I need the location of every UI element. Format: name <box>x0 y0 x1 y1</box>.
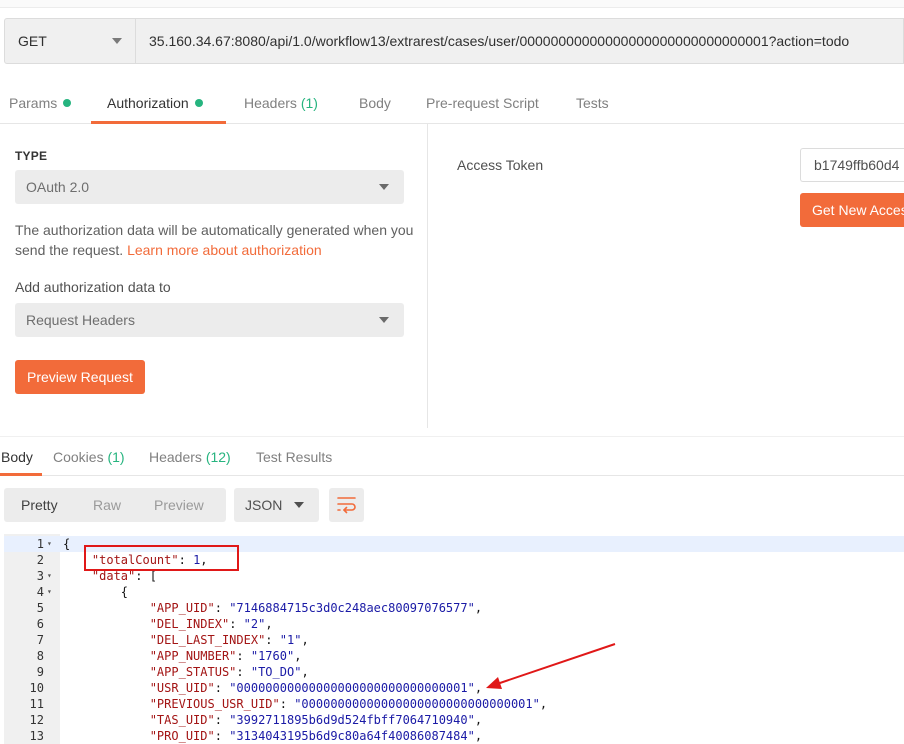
format-value: JSON <box>245 497 283 513</box>
line-number: 11 <box>29 697 44 711</box>
status-dot-icon <box>63 99 72 107</box>
tab-count: (1) <box>107 449 125 465</box>
url-input[interactable]: 35.160.34.67:8080/api/1.0/workflow13/ext… <box>136 18 904 64</box>
add-auth-to-select[interactable]: Request Headers <box>15 303 404 337</box>
auth-type-select[interactable]: OAuth 2.0 <box>15 170 404 204</box>
method-select[interactable]: GET <box>4 18 136 64</box>
method-label: GET <box>18 33 47 49</box>
line-number: 8 <box>36 649 44 663</box>
tab-label: Tests <box>576 95 609 111</box>
raw-button[interactable]: Raw <box>93 488 121 522</box>
status-dot-icon <box>194 99 203 107</box>
view-mode-switch: Pretty Raw Preview <box>4 488 226 522</box>
tab-label: Params <box>9 95 58 111</box>
request-tabs: Params Authorization Headers (1) Body Pr… <box>0 83 904 124</box>
tab-cookies[interactable]: Cookies (1) <box>53 437 125 477</box>
code-line: 6 "DEL_INDEX": "2", <box>4 616 904 632</box>
code-line: 10 "USR_UID": "0000000000000000000000000… <box>4 680 904 696</box>
tab-body[interactable]: Body <box>359 83 391 124</box>
tab-response-headers[interactable]: Headers (12) <box>149 437 231 477</box>
response-tabs: Body Cookies (1) Headers (12) Test Resul… <box>0 436 904 476</box>
line-number: 6 <box>36 617 44 631</box>
tab-authorization[interactable]: Authorization <box>107 83 203 124</box>
tab-label: Body <box>1 449 33 465</box>
tab-label: Pre-request Script <box>426 95 539 111</box>
active-tab-indicator <box>0 473 42 476</box>
code-text: "APP_STATUS": "TO_DO", <box>149 665 309 679</box>
line-number: 3 <box>36 569 44 583</box>
learn-more-link[interactable]: Learn more about authorization <box>127 242 322 258</box>
tab-label: Headers <box>149 449 202 465</box>
wrap-lines-icon <box>337 497 356 514</box>
code-line: 5 "APP_UID": "7146884715c3d0c248aec80097… <box>4 600 904 616</box>
auth-type-label: TYPE <box>15 149 48 163</box>
code-line: 9 "APP_STATUS": "TO_DO", <box>4 664 904 680</box>
fold-toggle-icon[interactable]: ▾ <box>47 536 52 552</box>
chevron-down-icon <box>294 502 304 508</box>
access-token-field[interactable]: b1749ffb60d4 <box>800 148 904 182</box>
code-text: "APP_UID": "7146884715c3d0c248aec8009707… <box>149 601 483 615</box>
tab-params[interactable]: Params <box>9 83 72 124</box>
line-number: 12 <box>29 713 44 727</box>
tab-label: Body <box>359 95 391 111</box>
code-line: 13 "PRO_UID": "3134043195b6d9c80a64f4008… <box>4 728 904 744</box>
code-text: "DEL_INDEX": "2", <box>149 617 273 631</box>
access-token-label: Access Token <box>457 157 544 173</box>
line-number: 5 <box>36 601 44 615</box>
code-text: "USR_UID": "0000000000000000000000000000… <box>149 681 483 695</box>
add-auth-to-value: Request Headers <box>26 312 135 328</box>
tab-headers[interactable]: Headers (1) <box>244 83 318 124</box>
tab-label: Headers <box>244 95 297 111</box>
chevron-down-icon <box>112 38 122 44</box>
auth-settings-panel: TYPE OAuth 2.0 The authorization data wi… <box>0 124 428 428</box>
tab-response-body[interactable]: Body <box>1 437 33 477</box>
line-number: 13 <box>29 729 44 743</box>
tab-pre-request-script[interactable]: Pre-request Script <box>426 83 539 124</box>
access-token-panel: Access Token b1749ffb60d4 Get New Access <box>428 124 904 428</box>
fold-toggle-icon[interactable]: ▾ <box>47 568 52 584</box>
line-number: 2 <box>36 553 44 567</box>
code-line: 11 "PREVIOUS_USR_UID": "0000000000000000… <box>4 696 904 712</box>
line-number: 7 <box>36 633 44 647</box>
preview-button[interactable]: Preview <box>154 488 204 522</box>
code-line: 7 "DEL_LAST_INDEX": "1", <box>4 632 904 648</box>
tab-tests[interactable]: Tests <box>576 83 609 124</box>
fold-toggle-icon[interactable]: ▾ <box>47 584 52 600</box>
preview-request-button[interactable]: Preview Request <box>15 360 145 394</box>
format-select[interactable]: JSON <box>234 488 319 522</box>
chevron-down-icon <box>379 317 389 323</box>
wrap-lines-button[interactable] <box>329 488 364 522</box>
code-text: "PREVIOUS_USR_UID": "0000000000000000000… <box>149 697 548 711</box>
tab-count: (12) <box>205 449 231 465</box>
request-bar: GET 35.160.34.67:8080/api/1.0/workflow13… <box>0 18 904 64</box>
pretty-button[interactable]: Pretty <box>21 488 58 522</box>
tab-count: (1) <box>300 95 318 111</box>
code-line: 12 "TAS_UID": "3992711895b6d9d524fbff706… <box>4 712 904 728</box>
line-number: 10 <box>29 681 44 695</box>
code-line: 4 ▾ { <box>4 584 904 600</box>
chevron-down-icon <box>379 184 389 190</box>
line-number: 4 <box>36 585 44 599</box>
tab-test-results[interactable]: Test Results <box>256 437 332 477</box>
top-strip <box>0 0 904 8</box>
code-line: 8 "APP_NUMBER": "1760", <box>4 648 904 664</box>
auth-description: The authorization data will be automatic… <box>15 220 415 260</box>
auth-type-value: OAuth 2.0 <box>26 179 90 195</box>
code-text: "PRO_UID": "3134043195b6d9c80a64f4008608… <box>149 729 483 743</box>
tab-label: Authorization <box>107 95 189 111</box>
add-auth-to-label: Add authorization data to <box>15 279 171 295</box>
code-text: { <box>63 537 71 551</box>
code-text: "TAS_UID": "3992711895b6d9d524fbff706471… <box>149 713 483 727</box>
get-new-access-token-button[interactable]: Get New Access <box>800 193 904 227</box>
tab-label: Cookies <box>53 449 104 465</box>
highlight-box-annotation <box>84 545 239 571</box>
line-number: 1 <box>36 537 44 551</box>
arrow-annotation-icon <box>486 643 616 689</box>
line-number: 9 <box>36 665 44 679</box>
code-text: { <box>63 585 129 599</box>
code-text: "APP_NUMBER": "1760", <box>149 649 302 663</box>
tab-label: Test Results <box>256 449 333 465</box>
code-text: "DEL_LAST_INDEX": "1", <box>149 633 309 647</box>
